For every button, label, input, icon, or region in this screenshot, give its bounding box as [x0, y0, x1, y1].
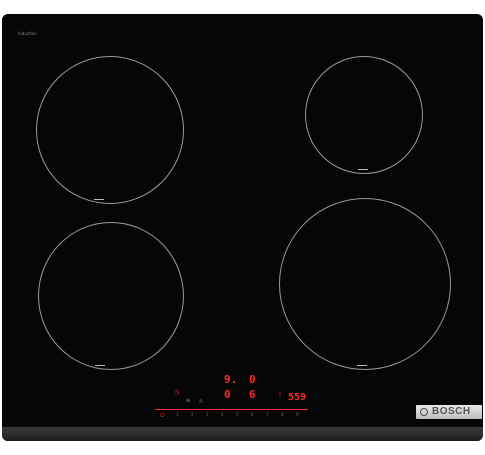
zone-marker-front-right [357, 365, 367, 366]
power-number[interactable]: 1 [176, 413, 179, 417]
timer-icon[interactable]: ◷ [174, 389, 179, 396]
power-number[interactable]: 8 [281, 413, 284, 417]
power-display-left: 0 [224, 388, 231, 401]
cooktop-frame [2, 427, 483, 441]
power-display-right: 6 [249, 388, 256, 401]
brand-badge: BOSCH [416, 405, 482, 419]
cooking-zone-rear-left[interactable] [38, 222, 184, 370]
zone-marker-rear-left [95, 365, 105, 366]
boost-icon[interactable]: ⇑ [278, 392, 282, 398]
zone-marker-front-left [94, 199, 104, 200]
child-lock-icon[interactable]: ⊕ [186, 398, 190, 404]
power-number[interactable]: 2 [191, 413, 194, 417]
timer-display-right: 0 [249, 373, 256, 386]
power-number[interactable]: 3 [206, 413, 209, 417]
cooking-zone-back-right[interactable] [305, 56, 423, 174]
timer-display: 9. [224, 373, 238, 386]
zone-marker-back-right [358, 169, 368, 170]
bosch-logo-icon [420, 408, 428, 416]
power-number[interactable]: 6 [251, 413, 254, 417]
power-number[interactable]: 7 [266, 413, 269, 417]
control-slider-bar[interactable] [155, 409, 308, 410]
cooking-zone-front-left[interactable] [36, 56, 184, 204]
wifi-icon[interactable]: ◬ [199, 398, 203, 404]
power-number[interactable]: 4 [221, 413, 224, 417]
power-level-display: 559 [288, 392, 307, 403]
power-icon[interactable]: ⏻ [160, 412, 165, 420]
cooking-zone-front-right[interactable] [279, 198, 451, 370]
power-number[interactable]: 9 [296, 413, 299, 417]
power-number[interactable]: 5 [236, 413, 239, 417]
model-label: Induction [18, 31, 37, 36]
brand-name: BOSCH [432, 406, 471, 417]
